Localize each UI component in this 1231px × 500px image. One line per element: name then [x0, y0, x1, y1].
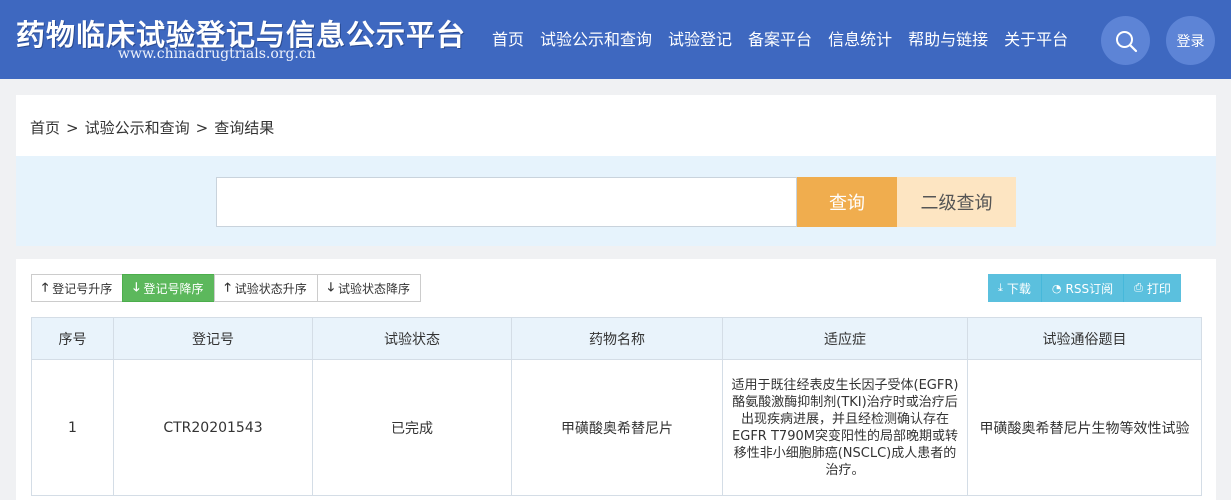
query-button[interactable]: 查询 [797, 177, 897, 227]
breadcrumb-panel: 首页 > 试验公示和查询 > 查询结果 [16, 95, 1216, 156]
breadcrumb-current: 查询结果 [214, 119, 275, 137]
cell-status: 已完成 [312, 359, 512, 496]
site-url: www.chinadrugtrials.org.cn [118, 46, 316, 62]
search-input[interactable] [216, 177, 797, 227]
cell-reg-no[interactable]: CTR20201543 [113, 359, 313, 496]
arrow-up-icon: 🡑 [224, 279, 231, 294]
rss-icon: ◔ [1051, 281, 1062, 295]
rss-subscribe-button[interactable]: ◔ RSS订阅 [1041, 274, 1125, 302]
col-header-index: 序号 [31, 317, 114, 360]
table-row[interactable]: 1 CTR20201543 已完成 甲磺酸奥希替尼片 适用于既往经表皮生长因子受… [31, 359, 1202, 496]
sort-status-desc-button[interactable]: 🡓 试验状态降序 [316, 274, 422, 302]
col-header-status: 试验状态 [312, 317, 512, 360]
action-label: 打印 [1146, 281, 1171, 296]
search-band: 查询 二级查询 [16, 156, 1216, 246]
cell-indication: 适用于既往经表皮生长因子受体(EGFR)酪氨酸激酶抑制剂(TKI)治疗时或治疗后… [722, 359, 968, 496]
nav-trial-query[interactable]: 试验公示和查询 [540, 28, 652, 52]
sort-button-group: 🡑 登记号升序 🡓 登记号降序 🡑 试验状态升序 🡓 试验状态降序 [31, 274, 422, 302]
breadcrumb-home[interactable]: 首页 [30, 119, 60, 137]
breadcrumb-separator: > [195, 119, 209, 137]
arrow-up-icon: 🡑 [42, 279, 49, 294]
search-icon [1115, 30, 1137, 52]
results-table: 序号 登记号 试验状态 药物名称 适应症 试验通俗题目 1 CTR2020154… [31, 317, 1202, 496]
col-header-drug: 药物名称 [511, 317, 723, 360]
sort-label: 登记号升序 [52, 281, 113, 296]
main-nav: 首页 试验公示和查询 试验登记 备案平台 信息统计 帮助与链接 关于平台 [492, 28, 1084, 52]
action-label: RSS订阅 [1065, 281, 1114, 296]
nav-filing-platform[interactable]: 备案平台 [748, 28, 812, 52]
header-search-button[interactable] [1101, 16, 1150, 65]
print-icon: ⎙ [1134, 281, 1143, 294]
cell-drug: 甲磺酸奥希替尼片 [511, 359, 723, 496]
arrow-down-icon: 🡓 [327, 279, 335, 294]
download-button[interactable]: ⤓ 下载 [988, 274, 1042, 302]
download-icon: ⤓ [998, 281, 1003, 294]
sort-status-asc-button[interactable]: 🡑 试验状态升序 [213, 274, 318, 302]
sort-label: 登记号降序 [143, 281, 204, 296]
sort-reg-desc-button[interactable]: 🡓 登记号降序 [122, 274, 215, 302]
site-header: 药物临床试验登记与信息公示平台 www.chinadrugtrials.org.… [0, 0, 1231, 79]
nav-help-links[interactable]: 帮助与链接 [908, 28, 988, 52]
advanced-query-button[interactable]: 二级查询 [897, 177, 1016, 227]
cell-title[interactable]: 甲磺酸奥希替尼片生物等效性试验 [967, 359, 1202, 496]
breadcrumb-trial-query[interactable]: 试验公示和查询 [85, 119, 190, 137]
action-label: 下载 [1006, 281, 1031, 296]
login-button[interactable]: 登录 [1166, 16, 1215, 65]
table-header-row: 序号 登记号 试验状态 药物名称 适应症 试验通俗题目 [31, 317, 1202, 360]
arrow-down-icon: 🡓 [133, 279, 140, 294]
col-header-reg-no: 登记号 [113, 317, 313, 360]
breadcrumb-separator: > [66, 119, 79, 137]
col-header-title: 试验通俗题目 [967, 317, 1202, 360]
print-button[interactable]: ⎙ 打印 [1124, 274, 1181, 302]
nav-statistics[interactable]: 信息统计 [828, 28, 892, 52]
nav-trial-registration[interactable]: 试验登记 [668, 28, 732, 52]
sort-label: 试验状态降序 [338, 281, 411, 296]
results-panel: 🡑 登记号升序 🡓 登记号降序 🡑 试验状态升序 🡓 试验状态降序 ⤓ 下载 ◔ RSS订阅… [16, 259, 1216, 500]
col-header-indication: 适应症 [722, 317, 968, 360]
sort-label: 试验状态升序 [234, 281, 307, 296]
nav-about[interactable]: 关于平台 [1004, 28, 1068, 52]
cell-index: 1 [31, 359, 114, 496]
action-button-group: ⤓ 下载 ◔ RSS订阅 ⎙ 打印 [988, 274, 1181, 302]
breadcrumb: 首页 > 试验公示和查询 > 查询结果 [30, 117, 274, 138]
nav-home[interactable]: 首页 [492, 28, 524, 52]
sort-reg-asc-button[interactable]: 🡑 登记号升序 [31, 274, 124, 302]
